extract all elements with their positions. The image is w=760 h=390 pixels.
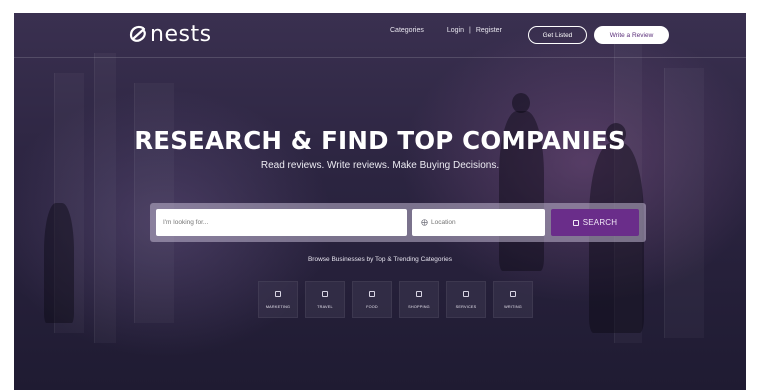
category-label: TRAVEL — [317, 304, 333, 309]
category-tile-writing[interactable]: WRITING — [493, 281, 533, 318]
nav-categories-link[interactable]: Categories — [390, 27, 424, 34]
nav-links: Categories Login | Register — [390, 27, 502, 34]
location-pin-icon — [421, 219, 428, 226]
category-tiles: MARKETING TRAVEL FOOD SHOPPING SERVICES … — [258, 281, 538, 319]
category-label: MARKETING — [265, 304, 291, 309]
hero-title: RESEARCH & FIND TOP COMPANIES — [134, 126, 626, 155]
location-field[interactable] — [412, 209, 545, 236]
keyword-search-input[interactable] — [156, 209, 407, 236]
category-label: FOOD — [366, 304, 378, 309]
category-label: WRITING — [504, 304, 522, 309]
shopping-icon — [416, 290, 422, 297]
logo[interactable]: nests — [127, 20, 212, 48]
search-button-label: SEARCH — [582, 218, 618, 227]
category-tile-services[interactable]: SERVICES — [446, 281, 486, 318]
category-label: SHOPPING — [408, 304, 430, 309]
category-tile-food[interactable]: FOOD — [352, 281, 392, 318]
logo-icon — [129, 25, 146, 42]
services-icon — [463, 290, 469, 297]
nav-register-link[interactable]: Register — [476, 27, 502, 34]
category-label: SERVICES — [455, 304, 477, 309]
search-button[interactable]: SEARCH — [551, 209, 639, 236]
hero-subtitle: Read reviews. Write reviews. Make Buying… — [260, 160, 500, 171]
write-review-button[interactable]: Write a Review — [594, 26, 669, 44]
nav-separator: | — [469, 27, 471, 34]
logo-text: nests — [150, 21, 212, 47]
background-image — [14, 13, 746, 390]
category-tile-marketing[interactable]: MARKETING — [258, 281, 298, 318]
search-icon — [572, 219, 579, 226]
browse-categories-label: Browse Businesses by Top & Trending Cate… — [307, 256, 453, 263]
nav-login-link[interactable]: Login — [447, 27, 464, 34]
category-tile-shopping[interactable]: SHOPPING — [399, 281, 439, 318]
marketing-icon — [275, 290, 281, 297]
category-tile-travel[interactable]: TRAVEL — [305, 281, 345, 318]
travel-icon — [322, 290, 328, 297]
search-bar: SEARCH — [150, 203, 646, 242]
get-listed-button[interactable]: Get Listed — [528, 26, 587, 44]
food-icon — [369, 290, 375, 297]
location-input[interactable] — [431, 219, 541, 226]
top-navbar: nests Categories Login | Register Get Li… — [14, 13, 746, 58]
writing-icon — [510, 290, 516, 297]
hero-section: nests Categories Login | Register Get Li… — [14, 13, 746, 390]
